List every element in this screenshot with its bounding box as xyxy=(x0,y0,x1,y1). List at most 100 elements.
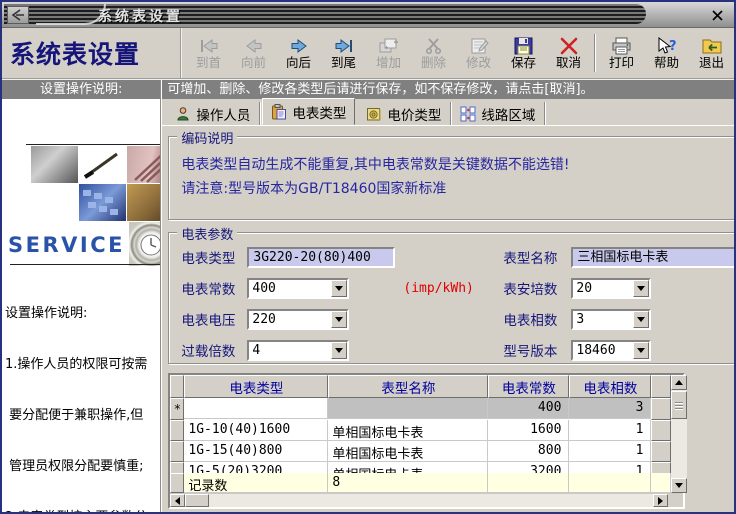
arrow-down-icon xyxy=(675,483,684,492)
modify-button[interactable]: 修改 xyxy=(456,30,501,76)
first-button[interactable]: 到首 xyxy=(186,30,231,76)
help-button[interactable]: ? 帮助 xyxy=(644,30,689,76)
voltage-combo[interactable]: 220 xyxy=(247,308,350,330)
grid-marker-header xyxy=(170,375,185,398)
cell-model-name[interactable]: 单相国标电卡表 xyxy=(328,420,489,441)
help-label: 帮助 xyxy=(653,54,679,70)
vertical-scroll-thumb[interactable] xyxy=(671,391,688,419)
photo-keyboard xyxy=(79,184,126,221)
table-row[interactable]: 1G-15(40)800 单相国标电卡表 800 1 xyxy=(170,441,672,462)
overload-combo[interactable]: 4 xyxy=(247,339,350,361)
app-logo-icon xyxy=(7,6,29,24)
vertical-scroll-track[interactable] xyxy=(671,419,687,478)
next-label: 向后 xyxy=(285,54,311,70)
grid-current-row[interactable]: * 400 3 xyxy=(170,398,672,420)
cell-constant[interactable]: 800 xyxy=(488,441,570,462)
coding-note-line1: 电表类型自动生成不能重复,其中电表常数是关键数据不能选错! xyxy=(181,157,570,173)
instruction-line: 2.电表类型按主要参数分 xyxy=(5,509,160,512)
cell-model-name[interactable]: 单相国标电卡表 xyxy=(328,462,489,473)
close-button[interactable] xyxy=(708,7,726,23)
thumb-grip xyxy=(675,401,684,403)
col-header-meter-type[interactable]: 电表类型 xyxy=(184,375,329,398)
add-button[interactable]: 增加 xyxy=(366,30,411,76)
version-combo[interactable]: 18460 xyxy=(571,339,652,361)
phase-dropdown-button[interactable] xyxy=(633,310,650,328)
window-body: 设置操作说明: SERVICE 设置操作说明: 1.操作人员的权限可按需 要分配… xyxy=(2,80,734,512)
cell-meter-type[interactable]: 1G-10(40)1600 xyxy=(184,420,329,441)
horizontal-scrollbar[interactable] xyxy=(170,494,668,507)
col-header-phase[interactable]: 电表相数 xyxy=(569,375,652,398)
svg-text:?: ? xyxy=(669,39,677,54)
cell-meter-type[interactable] xyxy=(184,398,329,419)
exit-button[interactable]: 退出 xyxy=(689,30,734,76)
toolbar-separator xyxy=(594,34,596,72)
page-title: 系统表设置 xyxy=(2,28,182,78)
cancel-button[interactable]: 取消 xyxy=(546,30,591,76)
window-title: 系统表设置 xyxy=(98,9,183,25)
print-label: 打印 xyxy=(608,54,634,70)
col-header-model-name[interactable]: 表型名称 xyxy=(328,375,489,398)
tab-line-areas[interactable]: 线路区域 xyxy=(451,102,546,125)
cell-phase[interactable]: 3 xyxy=(569,398,652,419)
add-label: 增加 xyxy=(375,54,401,70)
horizontal-scroll-track[interactable] xyxy=(209,494,652,507)
cell-meter-type[interactable]: 1G-5(20)3200 xyxy=(184,462,329,473)
help-icon: ? xyxy=(658,36,677,54)
app-window: 系统表设置 系统表设置 到首 向前 向后 到尾 增加 删除 修改 保存 取消 打… xyxy=(0,0,736,514)
current-row-marker: * xyxy=(170,398,185,420)
notice-bar: 可增加、删除、修改各类型后请进行保存，如不保存修改，请点击[取消]。 xyxy=(162,80,734,99)
cell-constant[interactable]: 1600 xyxy=(488,420,570,441)
sidebar-panel: SERVICE 设置操作说明: 1.操作人员的权限可按需 要分配便于兼职操作,但… xyxy=(2,99,161,512)
tab-line-areas-label: 线路区域 xyxy=(481,107,536,124)
sidebar: 设置操作说明: SERVICE 设置操作说明: 1.操作人员的权限可按需 要分配… xyxy=(2,80,162,512)
horizontal-scroll-thumb[interactable] xyxy=(185,494,210,507)
cell-constant[interactable]: 3200 xyxy=(488,462,570,473)
scroll-right-button[interactable] xyxy=(652,494,668,507)
cell-phase[interactable]: 1 xyxy=(569,441,652,462)
scroll-up-button[interactable] xyxy=(671,375,688,390)
last-button[interactable]: 到尾 xyxy=(321,30,366,76)
voltage-dropdown-button[interactable] xyxy=(331,310,348,328)
model-name-field[interactable]: 三相国标电卡表 xyxy=(571,246,734,268)
meter-type-grid: 电表类型 表型名称 电表常数 电表相数 * 400 3 1G-10(40)160… xyxy=(168,373,688,509)
col-header-constant[interactable]: 电表常数 xyxy=(488,375,570,398)
print-button[interactable]: 打印 xyxy=(599,30,644,76)
meter-constant-combo[interactable]: 400 xyxy=(247,277,350,299)
cell-model-name[interactable]: 单相国标电卡表 xyxy=(328,441,489,462)
row-marker xyxy=(170,441,185,462)
ampere-dropdown-button[interactable] xyxy=(633,279,650,297)
tab-operators[interactable]: 操作人员 xyxy=(166,102,261,125)
table-row[interactable]: 1G-10(40)1600 单相国标电卡表 1600 1 xyxy=(170,420,672,441)
version-dropdown-button[interactable] xyxy=(633,341,650,359)
close-icon xyxy=(711,9,723,21)
footer-marker xyxy=(170,473,185,493)
save-button[interactable]: 保存 xyxy=(501,30,546,76)
coding-note-title: 编码说明 xyxy=(177,128,238,147)
delete-button[interactable]: 删除 xyxy=(411,30,456,76)
meter-constant-dropdown-button[interactable] xyxy=(331,279,348,297)
meter-type-field[interactable]: 3G220-20(80)400 xyxy=(247,246,396,268)
scrollbar-corner xyxy=(667,494,684,507)
cell-model-name[interactable] xyxy=(328,398,489,419)
table-row[interactable]: 1G-5(20)3200 单相国标电卡表 3200 1 xyxy=(170,462,672,473)
footer-empty xyxy=(569,473,652,493)
prev-button[interactable]: 向前 xyxy=(231,30,276,76)
footer-empty xyxy=(651,473,672,493)
cell-constant[interactable]: 400 xyxy=(488,398,570,419)
scroll-down-button[interactable] xyxy=(671,478,688,493)
cell-phase[interactable]: 1 xyxy=(569,462,652,473)
phase-combo[interactable]: 3 xyxy=(571,308,652,330)
photo-watch xyxy=(129,222,161,266)
scroll-left-button[interactable] xyxy=(170,494,186,507)
cell-phase[interactable]: 1 xyxy=(569,420,652,441)
tab-meter-types[interactable]: 电表类型 xyxy=(262,98,356,125)
cell-meter-type[interactable]: 1G-15(40)800 xyxy=(184,441,329,462)
line-area-icon xyxy=(460,106,476,121)
overload-dropdown-button[interactable] xyxy=(331,341,348,359)
instruction-line: 1.操作人员的权限可按需 xyxy=(5,357,148,372)
vertical-scrollbar[interactable] xyxy=(671,375,688,493)
crop-line xyxy=(10,264,160,265)
tab-price-types[interactable]: 电价类型 xyxy=(357,102,452,125)
ampere-combo[interactable]: 20 xyxy=(571,277,652,299)
next-button[interactable]: 向后 xyxy=(276,30,321,76)
